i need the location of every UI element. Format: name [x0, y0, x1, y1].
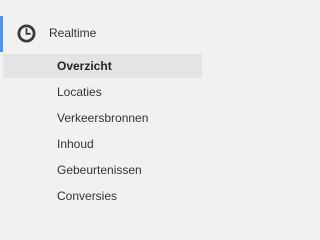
sidebar-item-label: Conversies	[57, 189, 118, 203]
sidebar-section-realtime[interactable]: Realtime	[0, 16, 210, 52]
sidebar-item-overzicht[interactable]: Overzicht	[3, 54, 202, 78]
sidebar-item-inhoud[interactable]: Inhoud	[3, 132, 202, 156]
sidebar-item-gebeurtenissen[interactable]: Gebeurtenissen	[3, 158, 202, 182]
sidebar-item-verkeersbronnen[interactable]: Verkeersbronnen	[3, 106, 202, 130]
sidebar-section-label: Realtime	[49, 26, 97, 40]
sidebar-item-label: Locaties	[57, 85, 102, 99]
sidebar-item-label: Overzicht	[57, 59, 112, 73]
sidebar-item-locaties[interactable]: Locaties	[3, 80, 202, 104]
sidebar-item-label: Inhoud	[57, 137, 94, 151]
active-section-indicator	[0, 16, 3, 52]
sidebar-nav: Realtime Overzicht Locaties Verkeersbron…	[0, 0, 210, 221]
sidebar-item-conversies[interactable]: Conversies	[3, 184, 202, 208]
clock-icon	[17, 24, 36, 43]
sidebar-item-label: Gebeurtenissen	[57, 163, 142, 177]
sidebar-item-label: Verkeersbronnen	[57, 111, 149, 125]
